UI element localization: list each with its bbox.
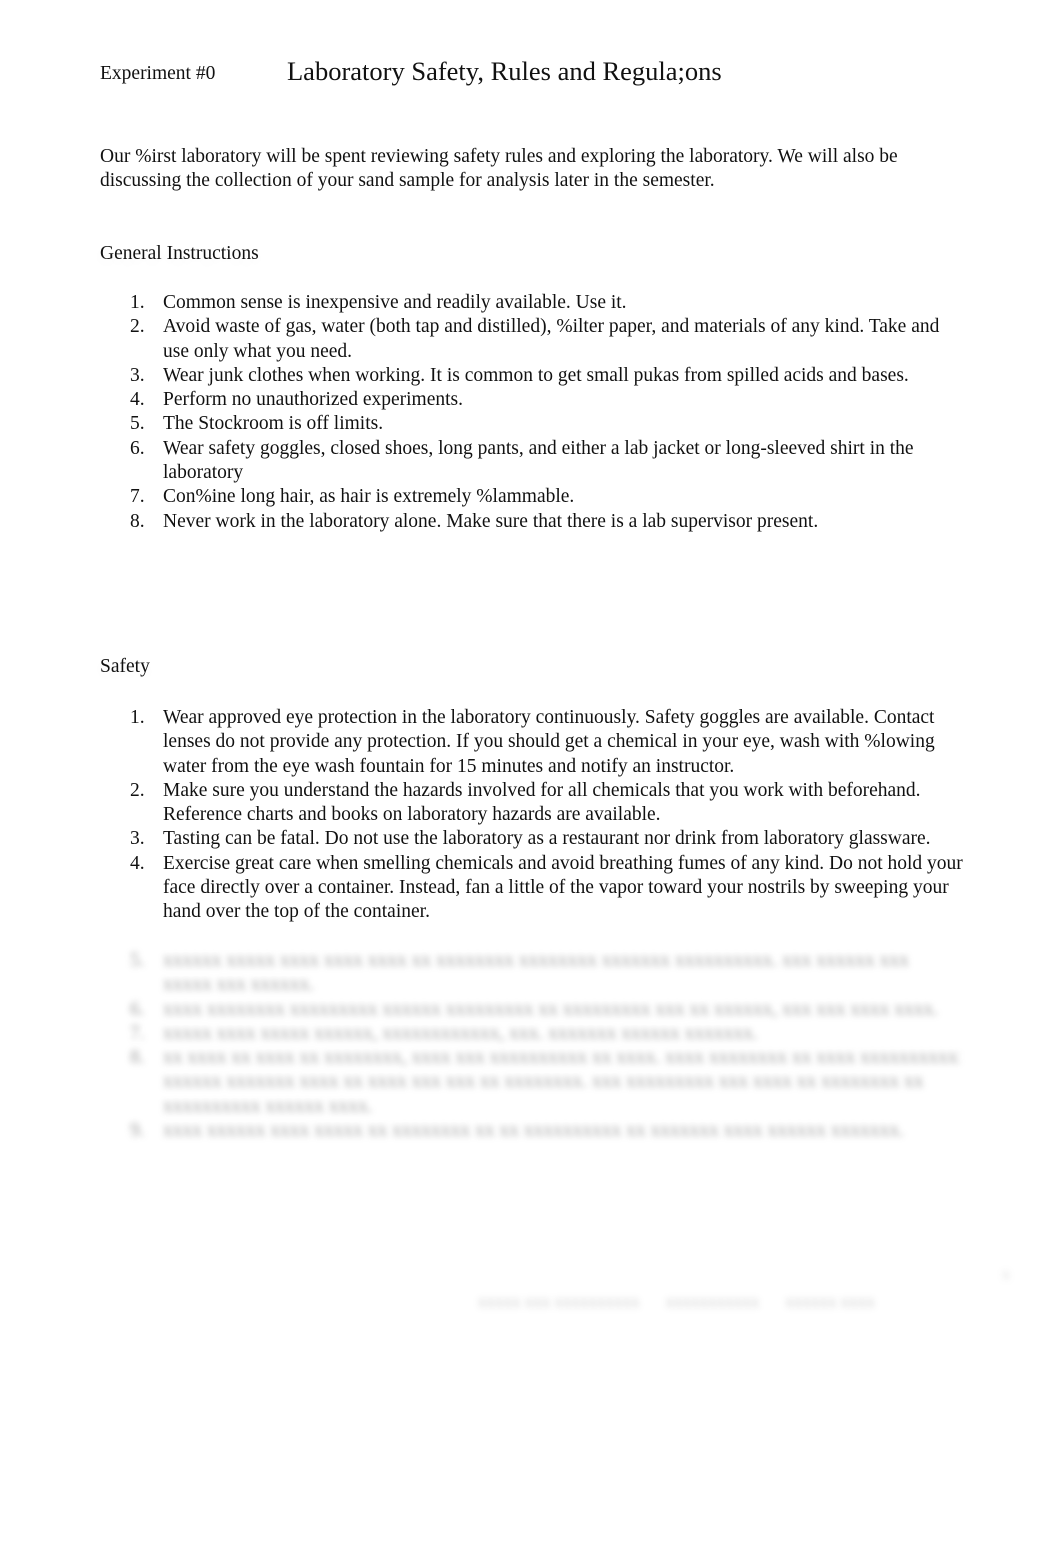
list-item: 6. Wear safety goggles, closed shoes, lon… [130, 437, 963, 486]
list-item-number: 5. [130, 950, 145, 971]
blurred-text: xx xxxx xx xxxx xx xxxxxxxx, xxxx xxx xx… [163, 1047, 960, 1069]
blurred-text: xxxxxx xxxxxxx xxxx xx xxxx xxx xxx xx x… [163, 1071, 924, 1093]
list-item: 1. Common sense is inexpensive and readil… [130, 291, 963, 315]
general-instructions-heading: General Instructions [94, 243, 279, 271]
blurred-text: xxxxx xxxx xxxxx xxxxxx, xxxxxxxxxxxx, x… [163, 1022, 758, 1044]
general-instructions-list: 1. Common sense is inexpensive and readil… [130, 291, 963, 534]
list-item-number: 8. [130, 510, 145, 532]
list-item: 2. Avoid waste of gas, water (both tap an… [130, 315, 963, 364]
safety-list: 1. Wear approved eye protection in the la… [130, 706, 963, 925]
list-item: 3. Tasting can be fatal. Do not use the l… [130, 827, 963, 851]
document-header: Experiment #0 Laboratory Safety, Rules a… [100, 56, 1000, 96]
list-item-text: Con%ine long hair, as hair is extremely … [163, 486, 575, 508]
list-item-text: The Stockroom is off limits. [163, 413, 384, 435]
list-item-text: Exercise great care when smelling chemic… [163, 852, 963, 923]
list-item: 4. Exercise great care when smelling chem… [130, 852, 963, 925]
general-instructions-heading-text: General Instructions [100, 243, 259, 264]
blurred-text: xxxx xxxxxxxx xxxxxxxxx xxxxxx xxxxxxxxx… [163, 998, 939, 1020]
list-item-number: 6. [130, 998, 145, 1020]
list-item-number: 2. [130, 779, 145, 801]
blurred-row: 6. xxxx xxxxxxxx xxxxxxxxx xxxxxx xxxxxxx… [130, 998, 960, 1022]
list-item-text: Avoid waste of gas, water (both tap and … [163, 316, 940, 362]
list-item: 3. Wear junk clothes when working. It is … [130, 364, 963, 388]
list-item-number: 3. [130, 828, 145, 850]
list-item-number: 1. [130, 707, 145, 728]
blurred-text: xxxxxx xxxxx xxxx xxxx xxxx xx xxxxxxxx … [163, 950, 909, 971]
list-item-text: Tasting can be fatal. Do not use the lab… [163, 828, 931, 850]
list-item-number: 4. [130, 852, 145, 874]
blurred-row: xxxxx xxx xxxxxx. [130, 973, 960, 997]
experiment-label: Experiment #0 [100, 63, 216, 84]
list-item-text: Make sure you understand the hazards inv… [163, 779, 921, 826]
blurred-text: xxxx xxxxxx xxxx xxxxx xx xxxxxxxx xx xx… [163, 1120, 904, 1142]
document-page: Experiment #0 Laboratory Safety, Rules a… [0, 0, 1062, 1561]
list-item-number: 7. [130, 1022, 145, 1044]
footer-item: xxxxx xxx xxxxxxxxxx [478, 1292, 640, 1311]
list-item: 8. Never work in the laboratory alone. Ma… [130, 510, 963, 534]
list-item: 4. Perform no unauthorized experiments. [130, 388, 963, 412]
list-item: 5. The Stockroom is off limits. [130, 412, 963, 436]
safety-heading-text: Safety [100, 656, 150, 677]
list-item: 7. Con%ine long hair, as hair is extremel… [130, 485, 963, 509]
list-item-text: Common sense is inexpensive and readily … [163, 292, 627, 313]
blurred-row: xxxxxxxxxx xxxxxx xxxx. [130, 1095, 960, 1119]
list-item-text: Never work in the laboratory alone. Make… [163, 510, 819, 532]
list-item: 1. Wear approved eye protection in the la… [130, 706, 963, 779]
list-item-text: Wear safety goggles, closed shoes, long … [163, 437, 914, 484]
list-item-number: 2. [130, 316, 145, 338]
list-item-number: 7. [130, 486, 145, 508]
list-item-number: 9. [130, 1120, 145, 1142]
intro-paragraph: Our %irst laboratory will be spent revie… [100, 146, 898, 191]
blurred-row: 7. xxxxx xxxx xxxxx xxxxxx, xxxxxxxxxxxx,… [130, 1022, 960, 1046]
document-title: Laboratory Safety, Rules and Regula;ons [287, 56, 722, 86]
page-number: x [1002, 1266, 1010, 1283]
footer-item: xxxxxxxxxxx [665, 1292, 760, 1311]
blurred-row: 5. xxxxxx xxxxx xxxx xxxx xxxx xx xxxxxxx… [130, 949, 960, 973]
list-item-text: Wear approved eye protection in the labo… [163, 707, 935, 777]
blurred-preview-content: 5. xxxxxx xxxxx xxxx xxxx xxxx xx xxxxxxx… [130, 949, 960, 1143]
blurred-text: xxxxxxxxxx xxxxxx xxxx. [163, 1095, 373, 1117]
blurred-row: 9. xxxx xxxxxx xxxx xxxxx xx xxxxxxxx xx … [130, 1119, 960, 1143]
safety-heading: Safety [94, 656, 170, 684]
footer-item: xxxxxx xxxx [785, 1292, 875, 1311]
page-footer: xxxxx xxx xxxxxxxxxx xxxxxxxxxxx xxxxxx … [478, 1292, 897, 1312]
blurred-row: xxxxxx xxxxxxx xxxx xx xxxx xxx xxx xx x… [130, 1070, 960, 1094]
list-item-text: Wear junk clothes when working. It is co… [163, 364, 909, 386]
list-item-number: 4. [130, 389, 145, 411]
list-item-number: 6. [130, 437, 145, 459]
blurred-row: 8. xx xxxx xx xxxx xx xxxxxxxx, xxxx xxx … [130, 1046, 960, 1070]
list-item: 2. Make sure you understand the hazards i… [130, 779, 963, 828]
list-item-number: 5. [130, 413, 145, 435]
list-item-number: 3. [130, 364, 145, 386]
blurred-text: xxxxx xxx xxxxxx. [163, 974, 315, 996]
list-item-text: Perform no unauthorized experiments. [163, 389, 463, 411]
list-item-number: 8. [130, 1047, 145, 1069]
list-item-number: 1. [130, 292, 145, 313]
